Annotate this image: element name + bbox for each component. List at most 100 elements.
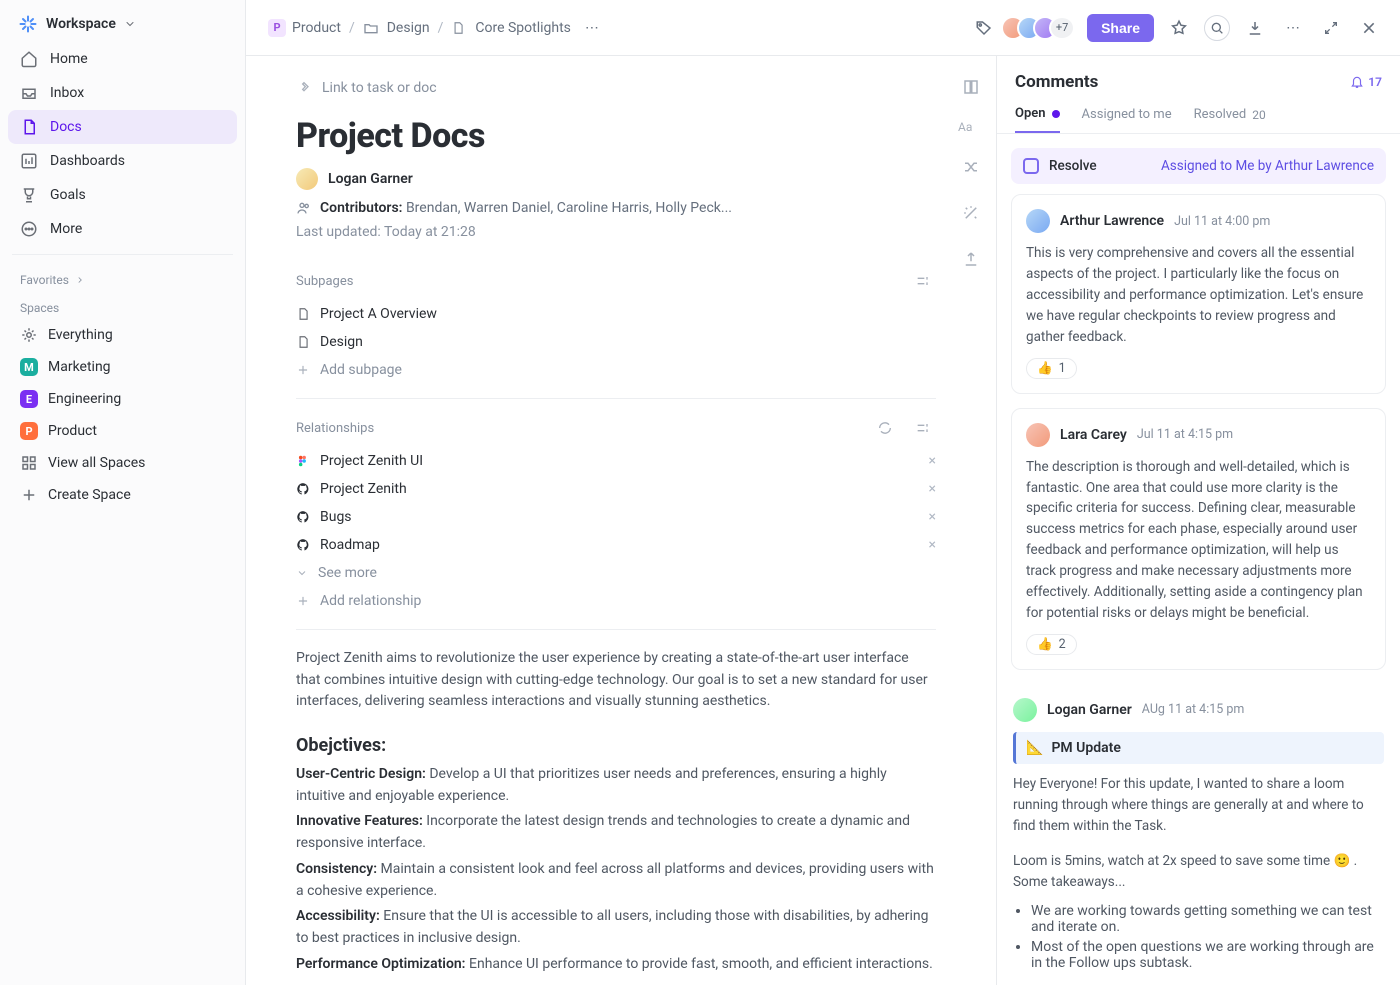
resolve-banner: Resolve Assigned to Me by Arthur Lawrenc… [1011,148,1386,184]
assigned-by[interactable]: Assigned to Me by Arthur Lawrence [1161,158,1374,174]
relationship-item[interactable]: Bugs× [296,503,936,531]
doc-author[interactable]: Logan Garner [296,168,936,190]
relationship-item[interactable]: Project Zenith × [296,475,936,503]
comment-card[interactable]: Logan Garner AUg 11 at 4:15 pm 📐 PM Upda… [1011,684,1386,979]
objective-text: Ensure that the UI is accessible to all … [296,908,928,946]
remove-icon[interactable]: × [929,481,936,497]
space-marketing[interactable]: M Marketing [8,351,237,383]
quote-text: PM Update [1051,740,1120,756]
nav-docs-label: Docs [50,119,82,135]
relationship-item[interactable]: Roadmap × [296,531,936,559]
add-subpage[interactable]: Add subpage [296,356,936,384]
tab-open[interactable]: Open [1015,96,1060,133]
topbar: P Product / Design / Core Spotlights ⋯ +… [246,0,1400,56]
collapse-icon[interactable] [1318,15,1344,41]
comment-author: Logan Garner [1047,702,1132,718]
space-product[interactable]: P Product [8,415,237,447]
overflow-icon[interactable]: ⋯ [1280,15,1306,41]
comment-card[interactable]: Lara Carey Jul 11 at 4:15 pm The descrip… [1011,408,1386,670]
objective-line[interactable]: Performance Optimization: Enhance UI per… [296,954,936,976]
shuffle-icon[interactable] [958,154,984,180]
space-everything[interactable]: Everything [8,319,237,351]
doc-intro[interactable]: Project Zenith aims to revolutionize the… [296,648,936,713]
crumb-design[interactable]: Design [363,19,430,37]
github-icon [296,538,310,552]
doc-title[interactable]: Project Docs [296,116,936,156]
favorites-group[interactable]: Favorites [8,263,237,291]
see-more-relationships[interactable]: See more [296,559,936,587]
nav-more[interactable]: More [8,212,237,246]
crumb-more[interactable]: ⋯ [579,15,605,41]
crumb-product[interactable]: P Product [268,19,341,37]
spaces-label: Spaces [20,301,59,315]
space-product-label: Product [48,423,97,439]
search-circle-icon[interactable] [1204,15,1230,41]
doc-contributors[interactable]: Contributors: Brendan, Warren Daniel, Ca… [296,200,936,216]
text-style-button[interactable]: Aa [958,120,984,134]
space-engineering[interactable]: E Engineering [8,383,237,415]
objective-line[interactable]: Consistency: Maintain a consistent look … [296,859,936,902]
unread-dot-icon [1052,110,1060,118]
objective-line[interactable]: Accessibility: Ensure that the UI is acc… [296,906,936,949]
relationship-item[interactable]: Project Zenith UI× [296,447,936,475]
objective-label: Consistency: [296,861,377,877]
nav-home[interactable]: Home [8,42,237,76]
objective-label: Accessibility: [296,908,380,924]
avatar [1013,698,1037,722]
comment-card[interactable]: Arthur Lawrence Jul 11 at 4:00 pm This i… [1011,194,1386,394]
nav-inbox[interactable]: Inbox [8,76,237,110]
remove-icon[interactable]: × [929,537,936,553]
close-icon[interactable] [1356,15,1382,41]
workspace-switcher[interactable]: Workspace [8,6,237,42]
topbar-avatars[interactable]: +7 [1009,16,1075,40]
tab-resolved[interactable]: Resolved 20 [1194,96,1266,133]
sync-icon[interactable] [872,415,898,441]
updated-label: Last updated: [296,224,381,240]
star-icon[interactable] [1166,15,1192,41]
crumb-sep: / [438,20,444,36]
remove-icon[interactable]: × [929,453,936,469]
settings-icon[interactable] [910,415,936,441]
crumb-design-label: Design [387,20,430,36]
crumb-core[interactable]: Core Spotlights [451,19,571,37]
contributors-names: Brendan, Warren Daniel, Caroline Harris,… [406,200,732,216]
nav-docs[interactable]: Docs [8,110,237,144]
reaction-pill[interactable]: 👍 2 [1026,634,1077,655]
relationships-header: Relationships [296,405,936,447]
link-to-task[interactable]: Link to task or doc [296,74,936,116]
remove-icon[interactable]: × [929,509,936,525]
comments-notifications[interactable]: 17 [1350,75,1382,89]
subpage-item[interactable]: Project A Overview [296,300,936,328]
export-icon[interactable] [958,246,984,272]
objectives-heading[interactable]: Obejctives: [296,735,936,756]
relationship-label: Roadmap [320,537,380,553]
add-relationship[interactable]: Add relationship [296,587,936,615]
tab-open-label: Open [1015,106,1046,121]
nav-dashboards[interactable]: Dashboards [8,144,237,178]
see-more-label: See more [318,565,377,581]
doc-author-name: Logan Garner [328,171,413,187]
nav-goals[interactable]: Goals [8,178,237,212]
subpage-label: Project A Overview [320,306,437,322]
subpage-item[interactable]: Design [296,328,936,356]
tag-icon[interactable] [971,15,997,41]
objective-line[interactable]: Innovative Features: Incorporate the lat… [296,811,936,854]
resolve-label[interactable]: Resolve [1049,158,1097,174]
view-all-spaces[interactable]: View all Spaces [8,447,237,479]
breadcrumbs: P Product / Design / Core Spotlights ⋯ [268,15,605,41]
relationship-label: Project Zenith [320,481,407,497]
resolve-checkbox[interactable] [1023,158,1039,174]
reaction-pill[interactable]: 👍 1 [1026,358,1077,379]
create-space[interactable]: Create Space [8,479,237,511]
book-icon[interactable] [958,74,984,100]
comment-bullet: Most of the open questions we are workin… [1031,939,1384,971]
sidebar: Workspace Home Inbox Docs Dashboards Goa… [0,0,246,985]
download-icon[interactable] [1242,15,1268,41]
share-button[interactable]: Share [1087,14,1154,42]
objective-line[interactable]: User-Centric Design: Develop a UI that p… [296,764,936,807]
avatar-overflow: +7 [1049,16,1075,40]
settings-icon[interactable] [910,268,936,294]
tab-assigned[interactable]: Assigned to me [1082,96,1172,133]
crumb-core-label: Core Spotlights [475,20,571,36]
wand-icon[interactable] [958,200,984,226]
